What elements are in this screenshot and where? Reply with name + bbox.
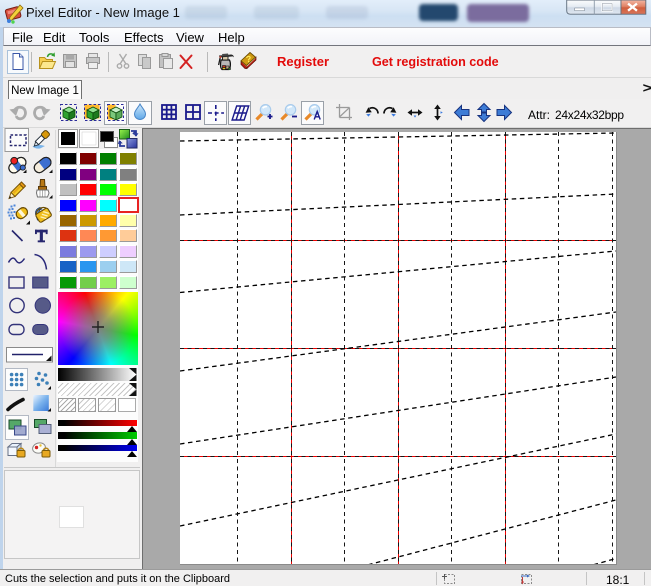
svg-text:Get registration code: Get registration code [372,55,499,69]
svg-text:Register: Register [277,54,329,69]
svg-text:?: ? [245,54,251,64]
